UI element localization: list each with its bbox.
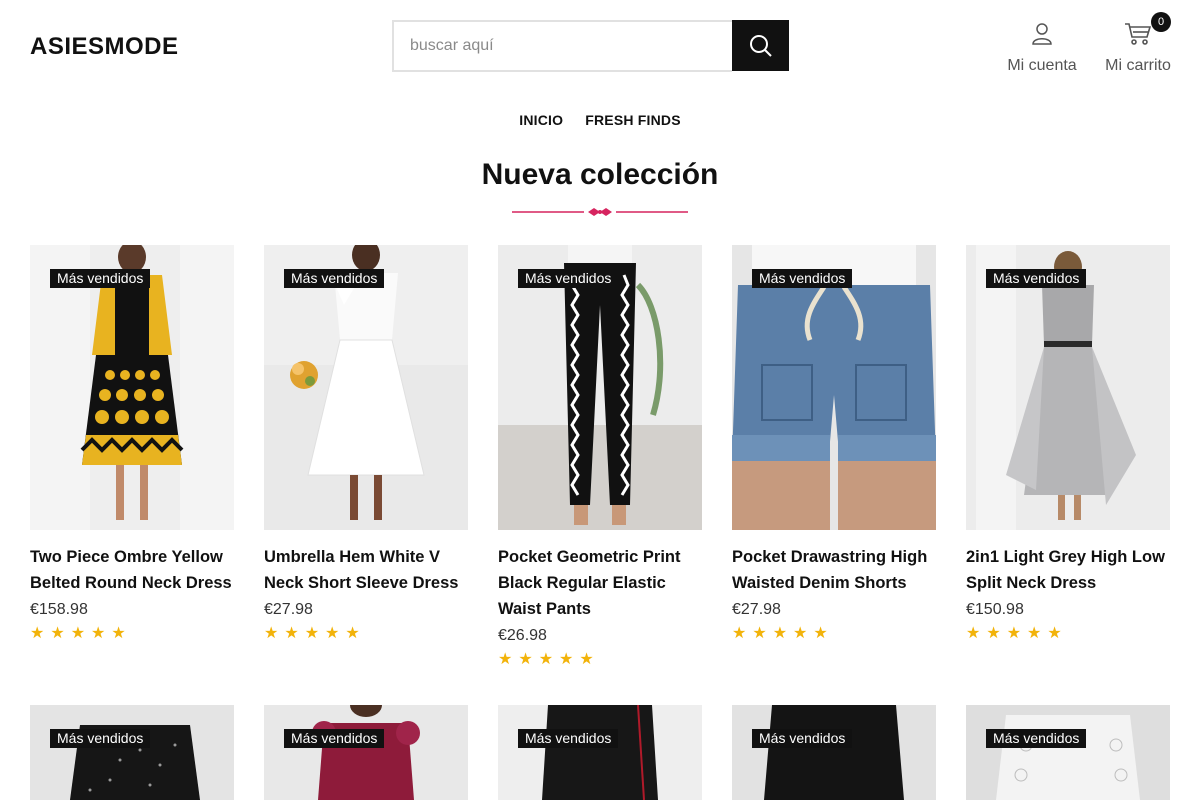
star-icon: ★ [1006, 625, 1022, 642]
product-card[interactable]: Más vendidos [264, 705, 468, 800]
product-title[interactable]: Pocket Drawastring High Waisted Denim Sh… [732, 544, 936, 596]
star-icon: ★ [284, 625, 299, 642]
star-icon: ★ [1027, 625, 1042, 642]
nav-item-fresh-finds[interactable]: FRESH FINDS [585, 112, 681, 128]
product-image[interactable]: Más vendidos [498, 705, 702, 800]
nav-item-inicio[interactable]: INICIO [519, 112, 563, 128]
product-price: €150.98 [966, 601, 1024, 618]
product-rating: ★ ★ ★ ★ ★ [498, 652, 702, 668]
product-price: €26.98 [498, 627, 547, 644]
product-price: €27.98 [264, 601, 313, 618]
product-title[interactable]: 2in1 Light Grey High Low Split Neck Dres… [966, 544, 1170, 596]
bestseller-badge: Más vendidos [284, 269, 385, 288]
product-rating: ★ ★ ★ ★ ★ [30, 626, 234, 642]
product-title[interactable]: Two Piece Ombre Yellow Belted Round Neck… [30, 544, 234, 596]
product-card[interactable]: Más vendidos Pocket Geometric Print Blac… [498, 245, 702, 705]
product-image[interactable]: Más vendidos [498, 245, 702, 530]
product-card[interactable]: Más vendidos Umbrella Hem White V Neck S… [264, 245, 468, 705]
product-rating: ★ ★ ★ ★ ★ [732, 626, 936, 642]
product-image[interactable]: Más vendidos [966, 245, 1170, 530]
product-card[interactable]: Más vendidos Pocket Drawastring High Wai… [732, 245, 936, 705]
product-image[interactable]: Más vendidos [30, 245, 234, 530]
star-icon: ★ [538, 651, 554, 668]
search-button[interactable] [732, 20, 789, 71]
product-image[interactable]: Más vendidos [732, 245, 936, 530]
star-icon: ★ [264, 625, 279, 642]
star-icon: ★ [50, 625, 65, 642]
bestseller-badge: Más vendidos [752, 269, 853, 288]
product-image[interactable]: Más vendidos [264, 705, 468, 800]
product-image[interactable]: Más vendidos [264, 245, 468, 530]
account-link[interactable]: Mi cuenta [1007, 22, 1077, 75]
star-icon: ★ [732, 625, 747, 642]
star-icon: ★ [559, 651, 574, 668]
main-nav: INICIO FRESH FINDS [0, 112, 1200, 128]
star-icon: ★ [70, 625, 86, 642]
product-title[interactable]: Pocket Geometric Print Black Regular Ela… [498, 544, 702, 622]
cart-icon [1125, 23, 1152, 45]
star-icon: ★ [772, 625, 788, 642]
star-icon: ★ [1047, 625, 1062, 642]
product-card[interactable]: Más vendidos [732, 705, 936, 800]
product-image[interactable]: Más vendidos [732, 705, 936, 800]
star-icon: ★ [986, 625, 1001, 642]
product-image[interactable]: Más vendidos [966, 705, 1170, 800]
bestseller-badge: Más vendidos [518, 729, 619, 748]
ornament-divider [512, 208, 688, 216]
bestseller-badge: Más vendidos [518, 269, 619, 288]
star-icon: ★ [793, 625, 808, 642]
product-grid: Más vendidos Two Piece Ombre Yellow Belt… [30, 245, 1170, 800]
bestseller-badge: Más vendidos [986, 729, 1087, 748]
product-rating: ★ ★ ★ ★ ★ [264, 626, 468, 642]
star-icon: ★ [498, 651, 513, 668]
product-price: €27.98 [732, 601, 781, 618]
cart-link[interactable]: 0 Mi carrito [1102, 12, 1174, 75]
product-image[interactable]: Más vendidos [30, 705, 234, 800]
star-icon: ★ [304, 625, 320, 642]
product-card[interactable]: Más vendidos [498, 705, 702, 800]
star-icon: ★ [345, 625, 360, 642]
bestseller-badge: Más vendidos [50, 729, 151, 748]
product-rating: ★ ★ ★ ★ ★ [966, 626, 1170, 642]
account-label: Mi cuenta [1007, 57, 1077, 74]
bestseller-badge: Más vendidos [284, 729, 385, 748]
star-icon: ★ [325, 625, 340, 642]
site-logo[interactable]: ASIESMODE [30, 33, 179, 61]
bestseller-badge: Más vendidos [50, 269, 151, 288]
product-card[interactable]: Más vendidos 2in1 Light Grey High Low Sp… [966, 245, 1170, 705]
star-icon: ★ [91, 625, 106, 642]
product-card[interactable]: Más vendidos [966, 705, 1170, 800]
cart-count-badge: 0 [1151, 12, 1171, 32]
product-card[interactable]: Más vendidos Two Piece Ombre Yellow Belt… [30, 245, 234, 705]
star-icon: ★ [966, 625, 981, 642]
star-icon: ★ [30, 625, 45, 642]
site-header: ASIESMODE Mi cuenta 0 Mi carrito [0, 0, 1200, 95]
section-title: Nueva colección [481, 158, 719, 191]
star-icon: ★ [111, 625, 126, 642]
star-icon: ★ [752, 625, 767, 642]
star-icon: ★ [518, 651, 533, 668]
product-title[interactable]: Umbrella Hem White V Neck Short Sleeve D… [264, 544, 468, 596]
product-price: €158.98 [30, 601, 88, 618]
bestseller-badge: Más vendidos [752, 729, 853, 748]
search-input[interactable] [392, 20, 732, 72]
product-card[interactable]: Más vendidos [30, 705, 234, 800]
search-bar [392, 20, 789, 72]
star-icon: ★ [579, 651, 594, 668]
cart-label: Mi carrito [1105, 57, 1171, 74]
star-icon: ★ [813, 625, 828, 642]
user-icon [1032, 23, 1052, 45]
bestseller-badge: Más vendidos [986, 269, 1087, 288]
search-icon [749, 34, 772, 57]
